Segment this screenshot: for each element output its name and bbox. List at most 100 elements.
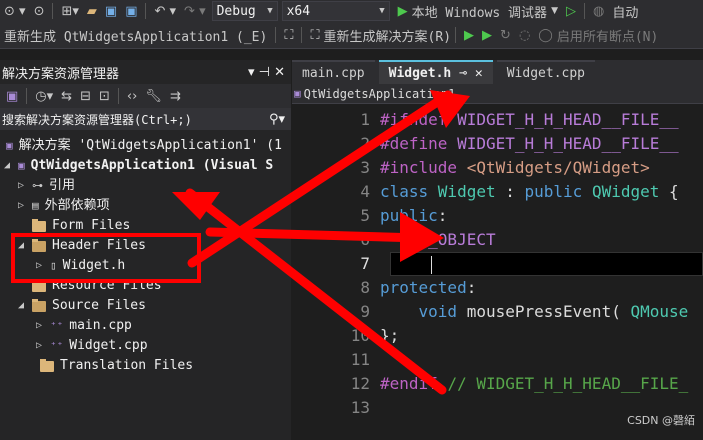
platform-value: x64 bbox=[286, 3, 311, 19]
code-line[interactable]: 9 void mousePressEvent( QMouse bbox=[292, 300, 703, 324]
code-line[interactable]: 12 #endif // WIDGET_H_H_HEAD__FILE_ bbox=[292, 372, 703, 396]
restart-icon[interactable]: ↻ bbox=[496, 28, 515, 43]
line-number: 7 bbox=[360, 254, 370, 273]
cpp-file-icon: ⁺⁺ bbox=[50, 319, 64, 332]
solution-explorer-titlebar: 解决方案资源管理器 ▾ ⊣ ✕ bbox=[0, 60, 291, 84]
tab-main-cpp[interactable]: main.cpp bbox=[292, 60, 375, 84]
line-number: 11 bbox=[350, 350, 370, 369]
redo-icon[interactable]: ↷ ▾ bbox=[180, 4, 210, 19]
code-editor: main.cpp Widget.h ⊸ ✕ Widget.cpp ▣ QtWid… bbox=[292, 60, 703, 440]
preview-icon[interactable]: ‹› bbox=[123, 89, 141, 104]
code-line[interactable]: 3 #include <QtWidgets/QWidget> bbox=[292, 156, 703, 180]
code-token: protected bbox=[380, 278, 467, 297]
run-icon[interactable]: ▶ bbox=[478, 28, 496, 43]
rebuild-project-button[interactable]: 重新生成 QtWidgetsApplication1 (_E) bbox=[0, 26, 271, 45]
platform-select[interactable]: x64 ▼ bbox=[281, 1, 390, 21]
tab-widget-cpp[interactable]: Widget.cpp bbox=[496, 60, 596, 84]
new-item-icon[interactable]: ⊞▾ bbox=[57, 4, 82, 19]
solution-explorer-title: 解决方案资源管理器 bbox=[2, 66, 120, 82]
solution-icon: ▣ bbox=[6, 139, 13, 152]
line-number: 8 bbox=[360, 278, 370, 297]
configuration-select[interactable]: Debug ▼ bbox=[211, 1, 278, 21]
expanded-arrow-icon[interactable]: ◢ bbox=[18, 296, 32, 316]
toolbar-divider bbox=[145, 3, 147, 19]
collapse-all-icon[interactable]: ⊟ bbox=[76, 89, 95, 104]
undo-icon[interactable]: ↶ ▾ bbox=[150, 4, 180, 19]
performance-icon[interactable]: ◍ bbox=[589, 4, 608, 19]
code-token: #ifndef bbox=[380, 110, 458, 129]
source-files-node[interactable]: ◢ Source Files bbox=[18, 296, 146, 316]
translation-files-node[interactable]: Translation Files bbox=[40, 356, 193, 376]
sync-icon[interactable]: ⇆ bbox=[57, 89, 76, 104]
code-line[interactable]: 1 #ifndef WIDGET_H_H_HEAD__FILE__ bbox=[292, 108, 703, 132]
history-icon[interactable]: ◷▾ bbox=[31, 89, 57, 104]
panel-pin-icon[interactable]: ▾ ⊣ ✕ bbox=[248, 65, 285, 80]
tab-label: Widget.cpp bbox=[506, 65, 586, 81]
project-icon: ▣ bbox=[18, 159, 25, 172]
properties-wrench-icon[interactable]: 🔧︎ bbox=[141, 89, 166, 104]
start-debug-icon[interactable]: ▶ bbox=[394, 4, 412, 19]
editor-navigation-bar: ▣ QtWidgetsApplication1 bbox=[292, 84, 703, 104]
collapsed-arrow-icon[interactable]: ▷ bbox=[18, 196, 32, 216]
references-icon: ⊶ bbox=[32, 179, 43, 192]
tab-close-icon[interactable]: ⊸ ✕ bbox=[459, 66, 482, 81]
build-toolbar: 重新生成 QtWidgetsApplication1 (_E) ⛶ ⛶ 重新生成… bbox=[0, 22, 703, 49]
open-folder-icon[interactable]: ▰ bbox=[83, 4, 101, 19]
code-line[interactable]: 4 class Widget : public QWidget { bbox=[292, 180, 703, 204]
tree-label: 解决方案 'QtWidgetsApplication1' (1 bbox=[18, 138, 282, 153]
project-scope-select[interactable]: QtWidgetsApplication1 bbox=[304, 87, 456, 101]
code-token: <QtWidgets/QWidget> bbox=[466, 158, 650, 177]
search-icon[interactable]: ⚲▾ bbox=[269, 112, 285, 127]
save-all-icon[interactable]: ▣ bbox=[121, 4, 141, 19]
project-node[interactable]: ◢ ▣ QtWidgetsApplication1 (Visual S bbox=[4, 156, 273, 176]
collapsed-arrow-icon[interactable]: ▷ bbox=[36, 316, 50, 336]
continue-icon[interactable]: ▶ bbox=[460, 28, 478, 43]
code-line[interactable]: 5 public: bbox=[292, 204, 703, 228]
code-token: Q_OBJECT bbox=[418, 230, 496, 249]
start-without-debug-icon[interactable]: ▷ bbox=[562, 4, 580, 19]
widget-cpp-node[interactable]: ▷ ⁺⁺ Widget.cpp bbox=[36, 336, 148, 356]
breakpoint-icon[interactable]: ◯ bbox=[534, 28, 557, 43]
code-line[interactable]: 2 #define WIDGET_H_H_HEAD__FILE__ bbox=[292, 132, 703, 156]
external-deps-icon: ▤ bbox=[32, 199, 39, 212]
rebuild-solution-button[interactable]: 重新生成解决方案(R) bbox=[324, 26, 451, 45]
solution-node[interactable]: ▣ 解决方案 'QtWidgetsApplication1' (1 bbox=[6, 136, 282, 156]
external-deps-node[interactable]: ▷ ▤ 外部依赖项 bbox=[18, 196, 110, 216]
forward-icon[interactable]: ⊙ bbox=[30, 4, 49, 19]
line-number: 2 bbox=[360, 134, 370, 153]
start-debug-button[interactable]: 本地 Windows 调试器 bbox=[412, 2, 547, 21]
main-cpp-node[interactable]: ▷ ⁺⁺ main.cpp bbox=[36, 316, 132, 336]
toolbar-divider bbox=[52, 3, 54, 19]
collapsed-arrow-icon[interactable]: ▷ bbox=[18, 176, 32, 196]
code-line[interactable]: 11 bbox=[292, 348, 703, 372]
watermark: CSDN @磬絔 bbox=[627, 414, 695, 427]
code-line[interactable]: 7 bbox=[292, 252, 703, 276]
build-solution-icon[interactable]: ⛶ bbox=[306, 28, 323, 43]
save-icon[interactable]: ▣ bbox=[101, 4, 121, 19]
editor-tabbar: main.cpp Widget.h ⊸ ✕ Widget.cpp bbox=[292, 60, 703, 84]
show-all-files-icon[interactable]: ⊡ bbox=[95, 89, 114, 104]
code-token: class bbox=[380, 182, 438, 201]
collapsed-arrow-icon[interactable]: ▷ bbox=[36, 336, 50, 356]
enable-breakpoints-button[interactable]: 启用所有断点(N) bbox=[557, 26, 658, 45]
references-node[interactable]: ▷ ⊶ 引用 bbox=[18, 176, 75, 196]
back-icon[interactable]: ⊙ ▾ bbox=[0, 4, 30, 19]
hot-reload-icon[interactable]: ◌ bbox=[515, 28, 534, 43]
code-line[interactable]: 6 Q_OBJECT bbox=[292, 228, 703, 252]
code-token: #endif bbox=[380, 374, 448, 393]
pending-changes-icon[interactable]: ⇉ bbox=[166, 89, 185, 104]
code-line[interactable]: 8 protected: bbox=[292, 276, 703, 300]
code-token: // WIDGET_H_H_HEAD__FILE_ bbox=[447, 374, 689, 393]
chevron-down-icon[interactable]: ▼ bbox=[547, 6, 562, 16]
build-icon[interactable]: ⛶ bbox=[280, 28, 297, 43]
switch-view-icon[interactable]: ▣ bbox=[2, 89, 22, 104]
solution-explorer-search[interactable]: 搜索解决方案资源管理器(Ctrl+;) ⚲▾ bbox=[0, 108, 291, 130]
code-line[interactable]: 10}; bbox=[292, 324, 703, 348]
tree-label: Widget.cpp bbox=[69, 338, 148, 353]
tab-widget-h[interactable]: Widget.h ⊸ ✕ bbox=[378, 60, 493, 84]
chevron-down-icon: ▼ bbox=[379, 6, 385, 16]
code-area[interactable]: 1 #ifndef WIDGET_H_H_HEAD__FILE__ 2 #define… bbox=[292, 106, 703, 440]
auto-select[interactable]: 自动 bbox=[608, 2, 642, 21]
search-input[interactable]: 搜索解决方案资源管理器(Ctrl+;) bbox=[2, 111, 192, 128]
expanded-arrow-icon[interactable]: ◢ bbox=[4, 156, 18, 176]
